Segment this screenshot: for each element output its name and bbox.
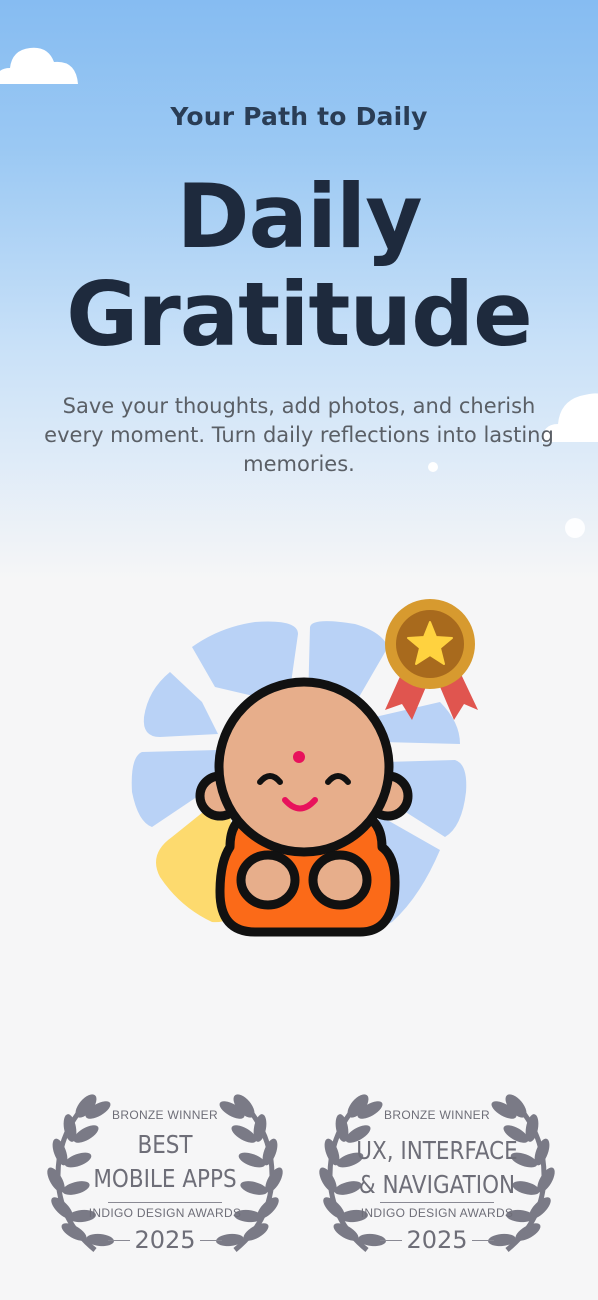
award-year: 2025 (134, 1226, 196, 1254)
divider (108, 1202, 222, 1203)
award-badge-best-mobile-apps: BRONZE WINNER BEST MOBILE APPS INDIGO DE… (40, 1090, 290, 1260)
award-organization: INDIGO DESIGN AWARDS (88, 1206, 242, 1220)
award-badge-ux-interface-navigation: BRONZE WINNER UX, INTERFACE & NAVIGATION… (312, 1090, 562, 1260)
sparkle-dot (565, 518, 585, 538)
award-label: BRONZE WINNER (384, 1108, 490, 1122)
divider (472, 1240, 494, 1241)
award-organization: INDIGO DESIGN AWARDS (360, 1206, 514, 1220)
award-title-line-2: & NAVIGATION (358, 1170, 516, 1199)
award-year: 2025 (406, 1226, 468, 1254)
page-title: Daily Gratitude (0, 168, 598, 364)
divider (380, 1240, 402, 1241)
award-title-line-1: UX, INTERFACE (356, 1136, 518, 1165)
divider (200, 1240, 222, 1241)
award-title-line-1: BEST (137, 1130, 193, 1159)
title-line-2: Gratitude (66, 263, 533, 366)
award-title-line-2: MOBILE APPS (93, 1164, 237, 1193)
hero-description: Save your thoughts, add photos, and cher… (44, 394, 554, 476)
divider (380, 1202, 494, 1203)
hero-subtitle: Your Path to Daily (170, 102, 428, 131)
award-label: BRONZE WINNER (112, 1108, 218, 1122)
bindi (293, 751, 305, 763)
divider (108, 1240, 130, 1241)
medal-star-icon (385, 599, 478, 720)
title-line-1: Daily (176, 165, 422, 268)
monk-illustration (131, 599, 478, 937)
petal (143, 672, 218, 737)
cloud-top-left-icon (0, 47, 78, 84)
